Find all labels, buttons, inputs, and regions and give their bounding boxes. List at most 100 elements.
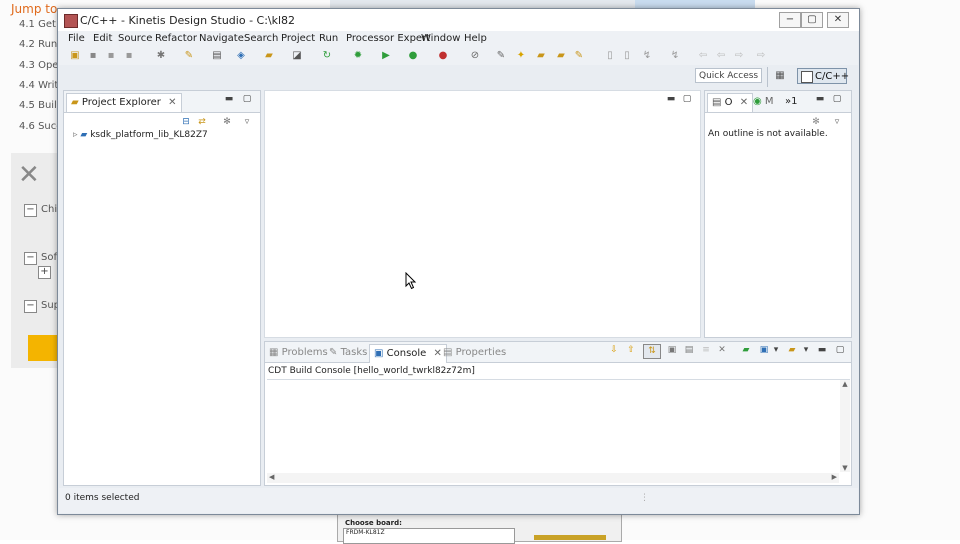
- filter-icon[interactable]: ✻: [222, 118, 232, 127]
- clear-console-icon[interactable]: ▤: [684, 346, 694, 355]
- tab-outline[interactable]: ▤ O ✕: [707, 93, 754, 112]
- quick-access-input[interactable]: Quick Access: [695, 68, 762, 83]
- menu-source[interactable]: Source: [118, 33, 152, 44]
- back-icon[interactable]: ⇦: [697, 50, 709, 62]
- binary-icon[interactable]: ▤: [211, 50, 223, 62]
- next-annotation-icon[interactable]: ↯: [641, 50, 653, 62]
- scroll-lock-icon[interactable]: ⇅: [643, 344, 661, 359]
- menu-project[interactable]: Project: [281, 33, 315, 44]
- new-console-icon[interactable]: ▰: [741, 346, 751, 355]
- pin-console-icon[interactable]: ▣: [667, 346, 677, 355]
- jump-to-link[interactable]: Jump to: [11, 2, 57, 16]
- scroll-down-arrow-icon[interactable]: ▼: [840, 464, 850, 472]
- tab-problems[interactable]: ▦ Problems: [269, 344, 328, 362]
- close-icon[interactable]: ✕: [168, 97, 176, 108]
- open-perspective-icon[interactable]: ▦: [774, 70, 786, 82]
- scroll-down-icon[interactable]: ⇩: [609, 346, 619, 355]
- tab-make-target[interactable]: ◉ M: [753, 93, 774, 111]
- collapse-all-icon[interactable]: ⊟: [181, 118, 191, 127]
- menu-edit[interactable]: Edit: [93, 33, 112, 44]
- menu-file[interactable]: File: [68, 33, 85, 44]
- new-source-icon[interactable]: ◪: [291, 50, 303, 62]
- title-bar[interactable]: C/C++ - Kinetis Design Studio - C:\kl82 …: [58, 9, 859, 31]
- word-wrap-icon[interactable]: ≡: [701, 346, 711, 355]
- view-menu-icon[interactable]: ▿: [242, 118, 252, 127]
- save-icon[interactable]: ▪: [87, 50, 99, 62]
- tree-item-project[interactable]: ▹ ▰ ksdk_platform_lib_KL82Z7: [73, 130, 208, 140]
- editor-area[interactable]: ▬ ▢: [264, 90, 701, 338]
- scroll-up-icon[interactable]: ⇧: [626, 346, 636, 355]
- display-dropdown-icon[interactable]: ▾: [771, 346, 781, 355]
- console-horizontal-scrollbar[interactable]: ◀ ▶: [267, 473, 839, 483]
- remove-console-icon[interactable]: ✕: [717, 346, 727, 355]
- toggle-icon[interactable]: ▯: [604, 50, 616, 62]
- search-toolbar-icon[interactable]: ✎: [495, 50, 507, 62]
- link-editor-icon[interactable]: ⇄: [197, 118, 207, 127]
- scroll-up-arrow-icon[interactable]: ▲: [840, 380, 850, 388]
- open-console-dropdown-icon[interactable]: ▾: [801, 346, 811, 355]
- back-dropdown-icon[interactable]: ⇦: [715, 50, 727, 62]
- tab-overflow[interactable]: »1: [785, 93, 797, 111]
- debug-icon[interactable]: ✹: [352, 50, 364, 62]
- refresh-icon[interactable]: ↻: [321, 50, 333, 62]
- external-tools-icon[interactable]: ●: [407, 50, 419, 62]
- tab-project-explorer[interactable]: ▰ Project Explorer ✕: [66, 93, 182, 112]
- minimize-view-icon[interactable]: ▬: [224, 95, 234, 104]
- print-icon[interactable]: ▪: [123, 50, 135, 62]
- minimize-view-icon[interactable]: ▬: [817, 346, 827, 355]
- new-icon[interactable]: ▣: [69, 50, 81, 62]
- section-toggle[interactable]: +: [38, 266, 51, 279]
- menu-processor-expert[interactable]: Processor Expert: [346, 33, 430, 44]
- new-class-icon[interactable]: ◈: [235, 50, 247, 62]
- minimize-button[interactable]: −: [779, 12, 801, 28]
- outline-message: An outline is not available.: [708, 129, 828, 139]
- perspective-cpp-button[interactable]: C/C++: [797, 68, 849, 84]
- menu-help[interactable]: Help: [464, 33, 487, 44]
- section-toggle[interactable]: −: [24, 204, 37, 217]
- tab-console[interactable]: ▣ Console ✕: [369, 344, 447, 363]
- build-icon[interactable]: ✎: [183, 50, 195, 62]
- console-vertical-scrollbar[interactable]: ▲ ▼: [840, 380, 850, 472]
- forward-dropdown-icon[interactable]: ⇨: [755, 50, 767, 62]
- maximize-view-icon[interactable]: ▢: [832, 95, 842, 104]
- menu-run[interactable]: Run: [319, 33, 338, 44]
- expand-arrow-icon[interactable]: ▹: [73, 130, 78, 140]
- view-menu-icon[interactable]: ▿: [832, 118, 842, 127]
- open-console-icon[interactable]: ▰: [787, 346, 797, 355]
- annotation-icon[interactable]: ▯: [621, 50, 633, 62]
- tab-tasks[interactable]: ✎ Tasks: [329, 344, 367, 362]
- close-button[interactable]: ✕: [827, 12, 849, 28]
- tab-properties[interactable]: ▤ Properties: [443, 344, 506, 362]
- close-icon[interactable]: ✕: [434, 348, 442, 359]
- display-console-icon[interactable]: ▣: [759, 346, 769, 355]
- section-toggle[interactable]: −: [24, 252, 37, 265]
- menu-search[interactable]: Search: [244, 33, 278, 44]
- scroll-right-arrow-icon[interactable]: ▶: [832, 473, 837, 481]
- run-icon[interactable]: ▶: [380, 50, 392, 62]
- stop-icon[interactable]: ●: [437, 50, 449, 62]
- section-toggle[interactable]: −: [24, 300, 37, 313]
- skip-breakpoints-icon[interactable]: ⊘: [469, 50, 481, 62]
- maximize-editor-icon[interactable]: ▢: [682, 95, 692, 104]
- filter-icon[interactable]: ✻: [811, 118, 821, 127]
- open-folder-icon[interactable]: ▰: [263, 50, 275, 62]
- board-list[interactable]: FRDM-KL81Z: [343, 528, 515, 544]
- prev-annotation-icon[interactable]: ↯: [669, 50, 681, 62]
- menu-refactor[interactable]: Refactor: [155, 33, 197, 44]
- maximize-view-icon[interactable]: ▢: [242, 95, 252, 104]
- mark-occurrences-icon[interactable]: ✦: [515, 50, 527, 62]
- build-config-icon[interactable]: ✱: [155, 50, 167, 62]
- open-resource-icon[interactable]: ▰: [555, 50, 567, 62]
- open-type-icon[interactable]: ▰: [535, 50, 547, 62]
- minimize-view-icon[interactable]: ▬: [815, 95, 825, 104]
- menu-navigate[interactable]: Navigate: [199, 33, 244, 44]
- minimize-editor-icon[interactable]: ▬: [666, 95, 676, 104]
- forward-icon[interactable]: ⇨: [733, 50, 745, 62]
- maximize-view-icon[interactable]: ▢: [835, 346, 845, 355]
- maximize-button[interactable]: ▢: [801, 12, 823, 28]
- save-all-icon[interactable]: ▪: [105, 50, 117, 62]
- pen-icon[interactable]: ✎: [573, 50, 585, 62]
- menu-window[interactable]: Window: [421, 33, 460, 44]
- close-icon[interactable]: ✕: [740, 97, 748, 108]
- scroll-left-arrow-icon[interactable]: ◀: [269, 473, 274, 481]
